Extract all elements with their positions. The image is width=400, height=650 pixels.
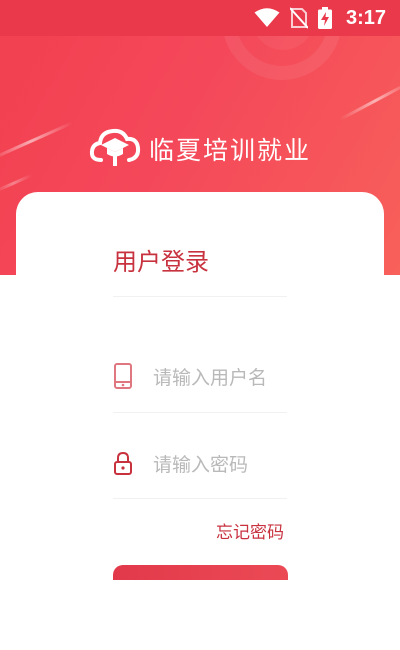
divider: [113, 498, 287, 499]
lock-icon: [113, 449, 153, 481]
password-field: [113, 445, 313, 485]
divider: [113, 296, 287, 297]
username-field: [113, 358, 313, 398]
username-input[interactable]: [153, 367, 313, 389]
bottom-area: [0, 580, 400, 650]
login-screen: 3:17 临夏培训就业 用户登录 请输入用户名 忘记密码: [0, 0, 400, 650]
app-name: 临夏培训就业: [148, 136, 311, 165]
battery-charging-icon: [317, 7, 332, 29]
brand-header: 临夏培训就业: [0, 124, 400, 174]
divider: [113, 412, 287, 413]
no-sim-icon: [289, 7, 308, 29]
forgot-password-link[interactable]: 忘记密码: [216, 518, 284, 543]
wifi-icon: [254, 8, 280, 28]
decorative-streak: [0, 173, 33, 193]
password-input[interactable]: [153, 454, 313, 476]
status-bar: 3:17: [0, 0, 400, 36]
decorative-streak: [339, 80, 400, 121]
status-time: 3:17: [345, 6, 386, 29]
cloud-graduation-cap-icon: [89, 124, 141, 174]
login-title: 用户登录: [113, 248, 209, 276]
phone-icon: [113, 362, 153, 394]
